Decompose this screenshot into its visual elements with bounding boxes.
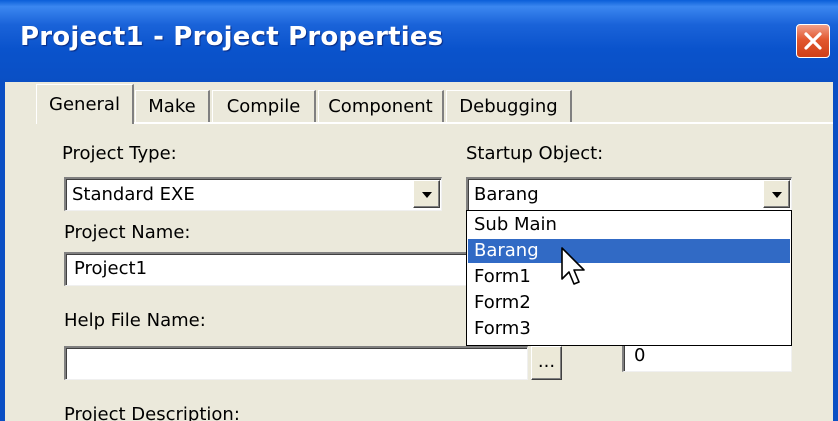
window-frame-left — [0, 82, 5, 421]
startup-object-value: Barang — [474, 184, 539, 205]
tab-general-label: General — [49, 94, 120, 115]
project-name-label: Project Name: — [64, 222, 191, 243]
tab-make[interactable]: Make — [135, 90, 210, 123]
startup-object-select[interactable]: Barang — [466, 177, 792, 211]
chevron-down-icon — [422, 192, 432, 198]
close-button[interactable] — [796, 24, 830, 58]
title-bar[interactable]: Project1 - Project Properties — [0, 0, 838, 82]
startup-object-dropdown-list[interactable]: Sub Main Barang Form1 Form2 Form3 — [466, 210, 792, 346]
chevron-down-icon — [772, 192, 782, 198]
project-properties-dialog: Project1 - Project Properties General Ma… — [0, 0, 838, 421]
startup-object-dropdown-button[interactable] — [763, 180, 790, 208]
project-type-dropdown-button[interactable] — [413, 180, 440, 208]
dropdown-item-barang[interactable]: Barang — [468, 239, 790, 263]
window-title: Project1 - Project Properties — [20, 22, 444, 52]
project-type-select[interactable]: Standard EXE — [64, 177, 442, 211]
tab-general[interactable]: General — [36, 84, 134, 124]
tab-debugging[interactable]: Debugging — [446, 90, 572, 123]
dropdown-item-form3[interactable]: Form3 — [468, 317, 790, 341]
project-name-value: Project1 — [74, 258, 148, 279]
tab-panel-border — [36, 122, 833, 124]
close-icon — [804, 32, 822, 50]
project-type-value: Standard EXE — [72, 184, 195, 205]
help-file-name-field[interactable] — [64, 346, 528, 380]
tab-compile[interactable]: Compile — [212, 90, 316, 123]
tab-component-label: Component — [328, 96, 433, 117]
browse-button[interactable]: ... — [531, 346, 562, 380]
dropdown-item-sub-main[interactable]: Sub Main — [468, 213, 790, 237]
project-type-label: Project Type: — [62, 143, 177, 164]
dropdown-item-form1[interactable]: Form1 — [468, 265, 790, 289]
tab-compile-label: Compile — [226, 96, 301, 117]
tab-debugging-label: Debugging — [459, 96, 558, 117]
tab-component[interactable]: Component — [318, 90, 444, 123]
help-context-id-value: 0 — [634, 345, 646, 366]
project-description-label: Project Description: — [64, 404, 240, 421]
help-file-name-label: Help File Name: — [64, 310, 206, 331]
mouse-pointer-icon — [561, 247, 585, 285]
project-name-field[interactable]: Project1 — [64, 252, 474, 286]
startup-object-label: Startup Object: — [466, 143, 604, 164]
window-frame-right — [833, 82, 838, 421]
dropdown-item-form2[interactable]: Form2 — [468, 291, 790, 315]
tab-make-label: Make — [148, 96, 196, 117]
